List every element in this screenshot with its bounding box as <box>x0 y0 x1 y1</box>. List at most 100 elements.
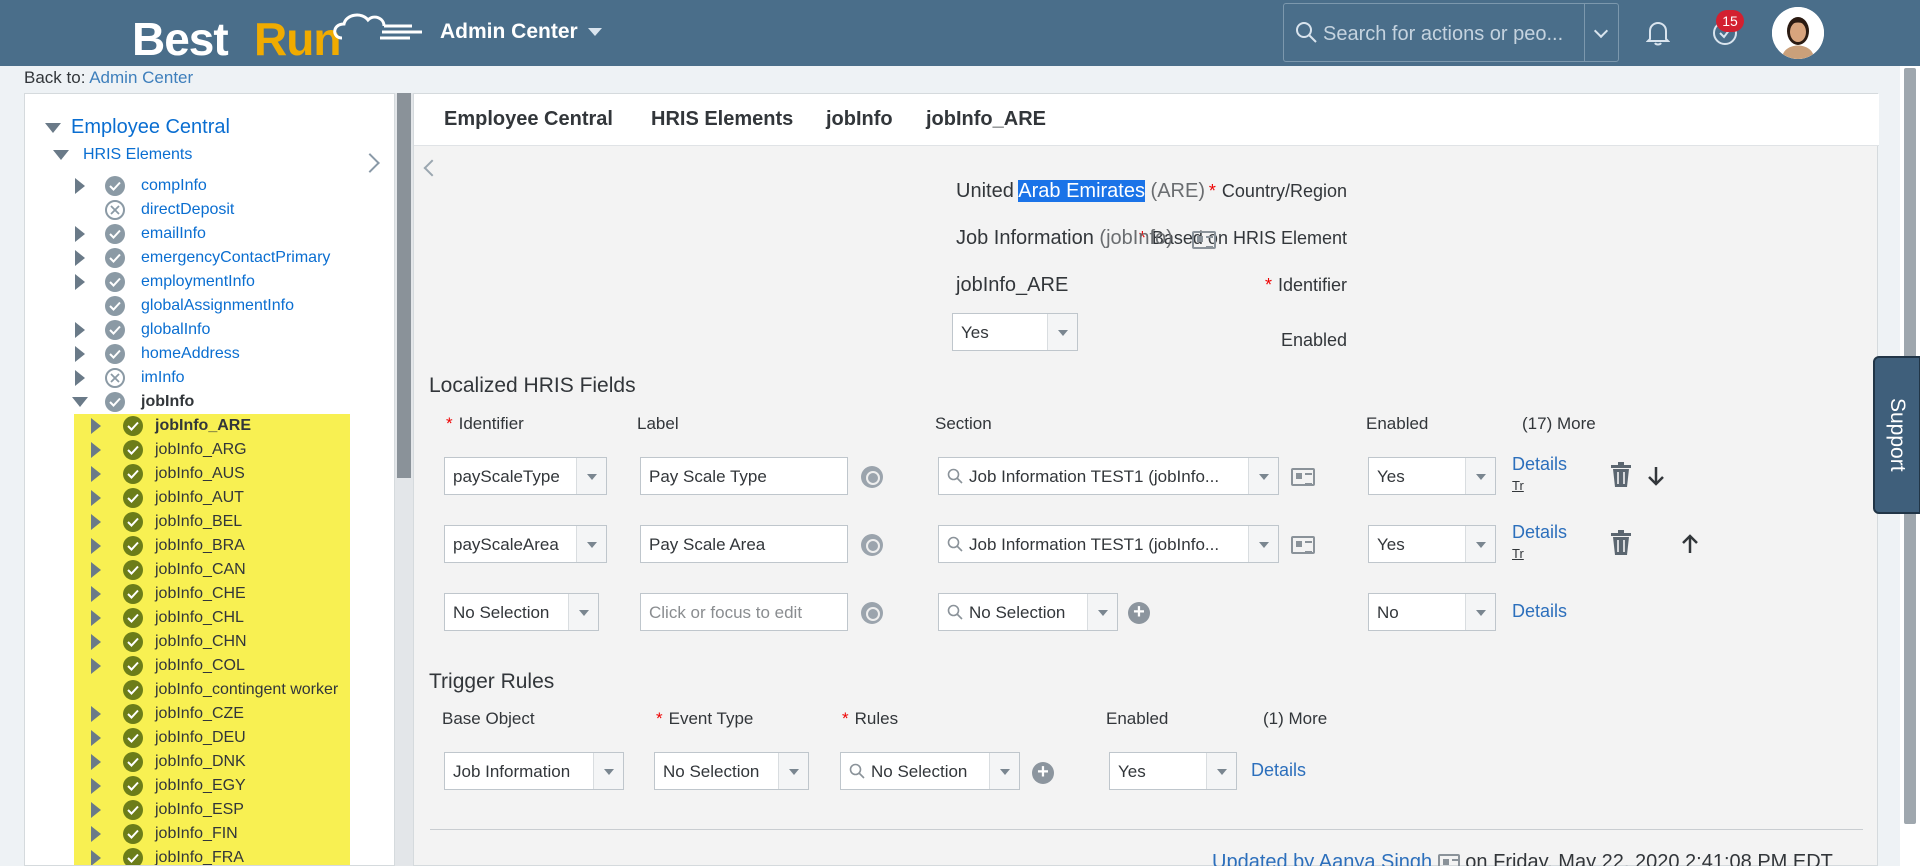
user-card-icon[interactable] <box>1437 854 1460 866</box>
admin-center-menu[interactable]: Admin Center <box>440 20 602 44</box>
breadcrumb-hris-elements[interactable]: HRIS Elements <box>651 108 793 131</box>
expand-icon[interactable] <box>89 850 103 865</box>
chevron-down-icon[interactable] <box>576 458 606 494</box>
chevron-down-icon[interactable] <box>593 753 623 789</box>
tree-child-item[interactable]: jobInfo_BEL <box>74 510 350 534</box>
tree-node-hris-elements[interactable]: HRIS Elements <box>53 146 192 164</box>
section-select[interactable]: Job Information TEST1 (jobInfo... <box>938 457 1279 495</box>
object-details-icon[interactable] <box>1192 231 1216 249</box>
expand-icon[interactable] <box>89 466 103 482</box>
search-input[interactable]: Search for actions or peo... <box>1323 23 1563 46</box>
event-type-select[interactable]: No Selection <box>654 752 809 790</box>
base-object-select[interactable]: Job Information <box>444 752 624 790</box>
expand-icon[interactable] <box>89 514 103 530</box>
updated-by-user-link[interactable]: Updated by Aanya Singh <box>1212 851 1432 866</box>
support-tab[interactable]: Support <box>1873 356 1920 514</box>
add-icon[interactable]: + <box>1128 602 1150 624</box>
chevron-down-icon[interactable] <box>1465 526 1495 562</box>
chevron-down-icon[interactable] <box>778 753 808 789</box>
tree-child-item[interactable]: jobInfo_COL <box>74 654 350 678</box>
expand-icon[interactable] <box>89 538 103 554</box>
tree-item[interactable]: directDeposit <box>25 198 394 222</box>
globe-icon[interactable] <box>861 534 883 556</box>
expand-icon[interactable] <box>89 754 103 770</box>
tree-child-item[interactable]: jobInfo_CZE <box>74 702 350 726</box>
globe-icon[interactable] <box>861 602 883 624</box>
arrow-down-icon[interactable] <box>1646 465 1666 487</box>
chevron-right-icon[interactable] <box>360 153 380 173</box>
translation-link[interactable]: Tr <box>1512 478 1524 493</box>
identifier-select[interactable]: payScaleType <box>444 457 607 495</box>
tree-child-item[interactable]: jobInfo_AUT <box>74 486 350 510</box>
details-link[interactable]: Details <box>1251 760 1306 781</box>
chevron-down-icon[interactable] <box>1465 594 1495 630</box>
search-dropdown-button[interactable] <box>1584 4 1619 61</box>
globe-icon[interactable] <box>861 466 883 488</box>
tree-item[interactable]: emailInfo <box>25 222 394 246</box>
chevron-down-icon[interactable] <box>1248 526 1278 562</box>
tree-item[interactable]: jobInfo <box>25 390 394 414</box>
tree-scroll-thumb[interactable] <box>397 93 411 478</box>
tree-child-item[interactable]: jobInfo_ARE <box>74 414 350 438</box>
enabled-select[interactable]: No <box>1368 593 1496 631</box>
tree-child-item[interactable]: jobInfo_DNK <box>74 750 350 774</box>
tree-item[interactable]: globalAssignmentInfo <box>25 294 394 318</box>
collapse-icon[interactable] <box>45 122 61 133</box>
label-input[interactable]: Pay Scale Area <box>640 525 848 563</box>
user-avatar[interactable] <box>1772 7 1824 59</box>
expand-icon[interactable] <box>89 730 103 746</box>
tree-child-item[interactable]: jobInfo_contingent worker <box>74 678 350 702</box>
details-link[interactable]: Details <box>1512 454 1567 475</box>
section-select[interactable]: No Selection <box>938 593 1118 631</box>
enabled-select[interactable]: Yes <box>1368 525 1496 563</box>
expand-icon[interactable] <box>89 802 103 818</box>
expand-icon[interactable] <box>73 274 87 290</box>
expand-icon[interactable] <box>73 322 87 338</box>
expand-icon[interactable] <box>89 562 103 578</box>
tree-item[interactable]: homeAddress <box>25 342 394 366</box>
details-link[interactable]: Details <box>1512 522 1567 543</box>
section-select[interactable]: Job Information TEST1 (jobInfo... <box>938 525 1279 563</box>
arrow-up-icon[interactable] <box>1680 533 1700 555</box>
enabled-select[interactable]: Yes <box>952 313 1078 351</box>
section-details-icon[interactable] <box>1291 468 1315 486</box>
tree-child-item[interactable]: jobInfo_FRA <box>74 846 350 865</box>
tree-child-item[interactable]: jobInfo_CHE <box>74 582 350 606</box>
tree-child-item[interactable]: jobInfo_EGY <box>74 774 350 798</box>
expand-icon[interactable] <box>73 178 87 194</box>
tree-scrollbar[interactable] <box>395 93 413 866</box>
tree-child-item[interactable]: jobInfo_CAN <box>74 558 350 582</box>
expand-icon[interactable] <box>89 442 103 458</box>
expand-icon[interactable] <box>89 418 103 434</box>
chevron-down-icon[interactable] <box>1087 594 1117 630</box>
chevron-down-icon[interactable] <box>1465 458 1495 494</box>
chevron-down-icon[interactable] <box>1047 314 1077 350</box>
section-details-icon[interactable] <box>1291 536 1315 554</box>
trash-icon[interactable] <box>1610 462 1632 488</box>
enabled-select[interactable]: Yes <box>1109 752 1237 790</box>
expand-icon[interactable] <box>73 250 87 266</box>
chevron-down-icon[interactable] <box>576 526 606 562</box>
chevron-down-icon[interactable] <box>989 753 1019 789</box>
expand-icon[interactable] <box>89 826 103 842</box>
tree-child-item[interactable]: jobInfo_CHN <box>74 630 350 654</box>
identifier-select[interactable]: No Selection <box>444 593 599 631</box>
chevron-down-icon[interactable] <box>568 594 598 630</box>
expand-icon[interactable] <box>89 490 103 506</box>
expand-icon[interactable] <box>73 226 87 242</box>
tree-item[interactable]: emergencyContactPrimary <box>25 246 394 270</box>
tree-child-item[interactable]: jobInfo_BRA <box>74 534 350 558</box>
tree-child-item[interactable]: jobInfo_ARG <box>74 438 350 462</box>
translation-link[interactable]: Tr <box>1512 546 1524 561</box>
enabled-select[interactable]: Yes <box>1368 457 1496 495</box>
more-columns-link[interactable]: (1) More <box>1263 709 1327 729</box>
breadcrumb-employee-central[interactable]: Employee Central <box>444 108 613 131</box>
tree-child-item[interactable]: jobInfo_DEU <box>74 726 350 750</box>
bell-icon[interactable] <box>1646 20 1670 46</box>
add-icon[interactable]: + <box>1032 762 1054 784</box>
label-input[interactable]: Click or focus to edit <box>640 593 848 631</box>
expand-icon[interactable] <box>73 346 87 362</box>
label-input[interactable]: Pay Scale Type <box>640 457 848 495</box>
expand-icon[interactable] <box>73 370 87 386</box>
identifier-select[interactable]: payScaleArea <box>444 525 607 563</box>
